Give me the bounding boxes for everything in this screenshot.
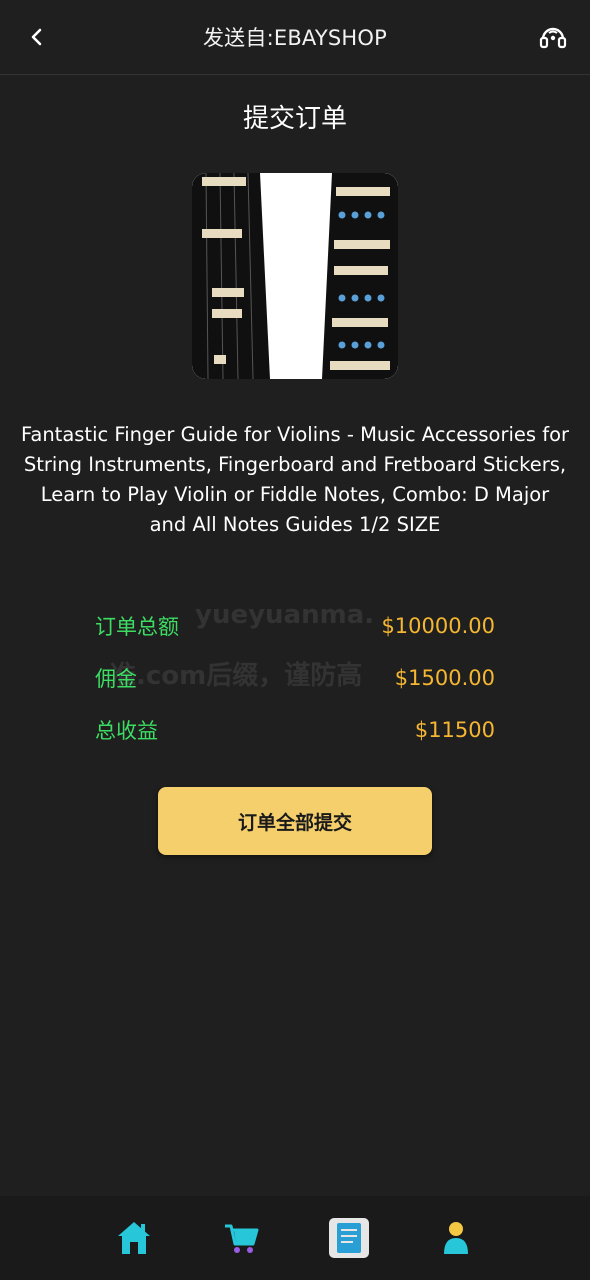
summary-row-commission: 佣金 $1500.00 [95, 652, 495, 704]
home-icon [117, 1222, 150, 1254]
nav-item-cart[interactable] [217, 1214, 265, 1262]
order-list-icon [328, 1218, 369, 1258]
violin-finger-guide-image [192, 173, 398, 379]
order-total-value: $10000.00 [381, 614, 495, 638]
customer-support-button[interactable] [536, 20, 570, 54]
shopping-cart-icon [225, 1224, 259, 1253]
bottom-navigation [0, 1196, 590, 1280]
summary-row-total-earnings: 总收益 $11500 [95, 704, 495, 756]
page-title: 发送自:EBAYSHOP [202, 26, 388, 50]
chevron-left-icon [31, 28, 42, 46]
commission-value: $1500.00 [394, 666, 495, 690]
section-heading: 提交订单 [242, 104, 347, 134]
summary-row-order-total: 订单总额 $10000.00 [95, 600, 495, 652]
user-profile-icon [444, 1222, 469, 1254]
back-button[interactable] [22, 22, 52, 52]
nav-item-profile[interactable] [432, 1214, 480, 1262]
total-earnings-label: 总收益 [95, 719, 158, 743]
submit-all-orders-button[interactable]: 订单全部提交 [158, 787, 432, 855]
commission-label: 佣金 [95, 667, 137, 691]
order-total-label: 订单总额 [95, 615, 179, 639]
nav-item-orders[interactable] [325, 1214, 373, 1262]
product-title: Fantastic Finger Guide for Violins - Mus… [20, 423, 570, 536]
total-earnings-value: $11500 [414, 718, 495, 742]
order-summary: 订单总额 $10000.00 佣金 $1500.00 总收益 $11500 [95, 600, 495, 756]
product-image [192, 173, 398, 379]
nav-item-home[interactable] [110, 1214, 158, 1262]
headset-support-icon [539, 27, 567, 49]
top-bar: 发送自:EBAYSHOP [0, 0, 590, 75]
